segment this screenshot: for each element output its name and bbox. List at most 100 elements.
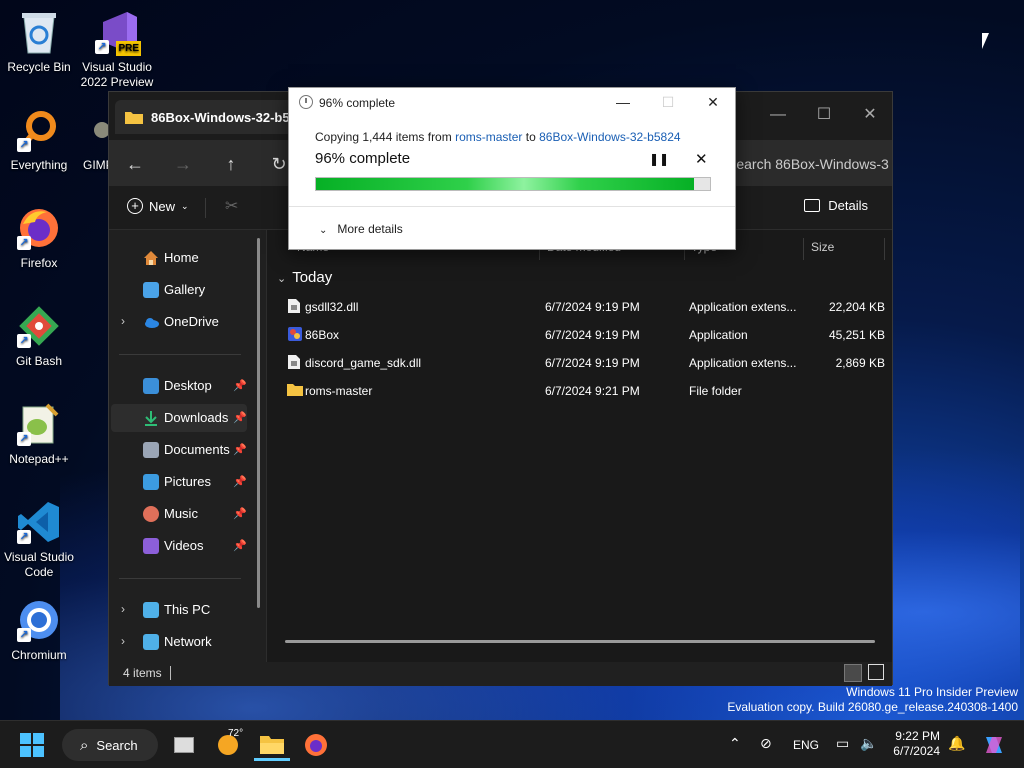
details-view-icon[interactable] <box>844 664 862 682</box>
back-arrow-icon[interactable]: ← <box>121 150 149 178</box>
pin-icon[interactable]: 📌 <box>233 507 247 520</box>
copy-description: Copying 1,444 items from roms-master to … <box>315 130 681 144</box>
display-icon[interactable]: ▭ <box>836 735 849 752</box>
chevron-right-icon[interactable]: › <box>121 634 125 648</box>
recycle-bin-icon <box>15 8 63 56</box>
videos-icon <box>143 538 159 554</box>
taskbar-search[interactable]: ⌕ Search <box>62 729 158 761</box>
sidebar-item-onedrive[interactable]: › OneDrive <box>111 308 247 336</box>
close-button[interactable]: ✕ <box>847 100 893 130</box>
new-button[interactable]: + New ⌄ <box>127 198 189 214</box>
watermark-line: Windows 11 Pro Insider Preview <box>846 685 1018 699</box>
shortcut-arrow-icon: ↗ <box>17 334 31 348</box>
sidebar-item-music[interactable]: Music 📌 <box>111 500 247 528</box>
horizontal-scrollbar[interactable] <box>285 640 875 643</box>
desktop-icon-label: Visual Studio Code <box>4 550 74 579</box>
vscode-icon: ↗ <box>15 498 63 546</box>
source-folder-link[interactable]: roms-master <box>455 130 522 144</box>
desktop-icon-gimp[interactable]: GIMP <box>78 106 110 173</box>
shortcut-arrow-icon: ↗ <box>95 40 109 54</box>
pin-icon[interactable]: 📌 <box>233 379 247 392</box>
sidebar-item-downloads[interactable]: Downloads 📌 <box>111 404 247 432</box>
file-row[interactable]: discord_game_sdk.dll 6/7/2024 9:19 PM Ap… <box>277 348 885 376</box>
column-header-size[interactable]: Size <box>811 240 834 254</box>
sidebar-item-pictures[interactable]: Pictures 📌 <box>111 468 247 496</box>
tab-86box-folder[interactable]: 86Box-Windows-32-b5824 <box>115 100 315 134</box>
progress-percent-text: 96% complete <box>315 150 411 167</box>
music-icon <box>143 506 159 522</box>
more-details-button[interactable]: ⌄ More details <box>319 222 403 236</box>
maximize-button[interactable]: ☐ <box>801 100 847 130</box>
chevron-down-icon: ⌄ <box>277 273 287 285</box>
close-button[interactable]: ✕ <box>693 90 733 114</box>
desktop-icon-label: Firefox <box>20 256 58 270</box>
shortcut-arrow-icon: ↗ <box>17 236 31 250</box>
show-hidden-icons-chevron[interactable]: ⌃ <box>729 735 741 752</box>
download-arrow-icon <box>143 410 159 426</box>
desktop-icon-vscode[interactable]: ↗ Visual Studio Code <box>0 498 78 580</box>
sidebar-item-desktop[interactable]: Desktop 📌 <box>111 372 247 400</box>
git-bash-icon: ↗ <box>15 302 63 350</box>
sidebar-divider <box>119 578 241 579</box>
network-disconnected-icon[interactable]: ⊘ <box>760 735 772 752</box>
copilot-button[interactable] <box>976 729 1012 761</box>
group-header-today[interactable]: ⌄ Today <box>277 269 332 286</box>
file-row[interactable]: roms-master 6/7/2024 9:21 PM File folder <box>277 376 885 404</box>
notepad-plus-plus-icon: ↗ <box>15 400 63 448</box>
up-arrow-icon[interactable]: ↑ <box>217 150 245 178</box>
cut-icon[interactable]: ✂ <box>225 196 238 216</box>
maximize-button[interactable]: ☐ <box>648 90 688 114</box>
minimize-button[interactable]: — <box>755 100 801 130</box>
task-view-button[interactable] <box>166 729 202 761</box>
sidebar-item-videos[interactable]: Videos 📌 <box>111 532 247 560</box>
gallery-icon <box>143 282 159 298</box>
taskbar-firefox[interactable] <box>298 729 334 761</box>
clock-icon <box>299 95 313 109</box>
sidebar-item-documents[interactable]: Documents 📌 <box>111 436 247 464</box>
tiles-view-icon[interactable] <box>868 664 884 680</box>
pause-button[interactable]: ❚❚ <box>649 152 669 166</box>
desktop-icon-git-bash[interactable]: ↗ Git Bash <box>0 302 78 369</box>
desktop-icon-notepad-plus-plus[interactable]: ↗ Notepad++ <box>0 400 78 467</box>
windows-logo-icon <box>20 733 44 757</box>
volume-muted-icon[interactable]: 🔈 <box>860 735 877 752</box>
search-icon: ⌕ <box>80 736 89 754</box>
desktop-icon-everything[interactable]: ↗ Everything <box>0 106 78 173</box>
sidebar-item-gallery[interactable]: Gallery <box>111 276 247 304</box>
desktop-icon-chromium[interactable]: ↗ Chromium <box>0 596 78 663</box>
details-button[interactable]: Details <box>804 198 868 213</box>
taskbar-file-explorer[interactable] <box>254 729 290 761</box>
desktop-icon-recycle-bin[interactable]: Recycle Bin <box>0 8 78 75</box>
file-row[interactable]: gsdll32.dll 6/7/2024 9:19 PM Application… <box>277 292 885 320</box>
pin-icon[interactable]: 📌 <box>233 443 247 456</box>
sidebar-item-home[interactable]: Home <box>111 244 247 272</box>
destination-folder-link[interactable]: 86Box-Windows-32-b5824 <box>539 130 680 144</box>
clock[interactable]: 9:22 PM 6/7/2024 <box>876 729 940 759</box>
pin-icon[interactable]: 📌 <box>233 539 247 552</box>
desktop-icon-firefox[interactable]: ↗ Firefox <box>0 204 78 271</box>
sidebar-item-network[interactable]: › Network <box>111 628 247 656</box>
desktop-icon-visual-studio-preview[interactable]: PRE ↗ Visual Studio 2022 Preview <box>78 8 156 90</box>
language-indicator[interactable]: ENG <box>793 738 819 752</box>
chevron-right-icon[interactable]: › <box>121 314 125 328</box>
chevron-down-icon: ⌄ <box>319 225 328 236</box>
firefox-icon: ↗ <box>15 204 63 252</box>
monitor-icon <box>143 602 159 618</box>
cancel-button[interactable]: ✕ <box>695 150 708 168</box>
start-button[interactable] <box>14 729 50 761</box>
search-input[interactable]: Search 86Box-Windows-32-b5824 <box>719 148 889 180</box>
notification-bell-icon[interactable]: 🔔 <box>948 735 965 752</box>
chevron-right-icon[interactable]: › <box>121 602 125 616</box>
dll-file-icon <box>287 354 301 370</box>
details-label: Details <box>828 198 868 213</box>
pin-icon[interactable]: 📌 <box>233 475 247 488</box>
minimize-button[interactable]: — <box>603 90 643 114</box>
shortcut-arrow-icon: ↗ <box>17 138 31 152</box>
sidebar-item-this-pc[interactable]: › This PC <box>111 596 247 624</box>
evaluation-watermark: Windows 11 Pro Insider Preview Evaluatio… <box>727 685 1018 715</box>
sidebar-scrollbar[interactable] <box>257 238 260 608</box>
file-row[interactable]: 86Box 6/7/2024 9:19 PM Application 45,25… <box>277 320 885 348</box>
weather-widget[interactable]: 72° <box>210 728 246 761</box>
pin-icon[interactable]: 📌 <box>233 411 247 424</box>
forward-arrow-icon[interactable]: → <box>169 150 197 178</box>
